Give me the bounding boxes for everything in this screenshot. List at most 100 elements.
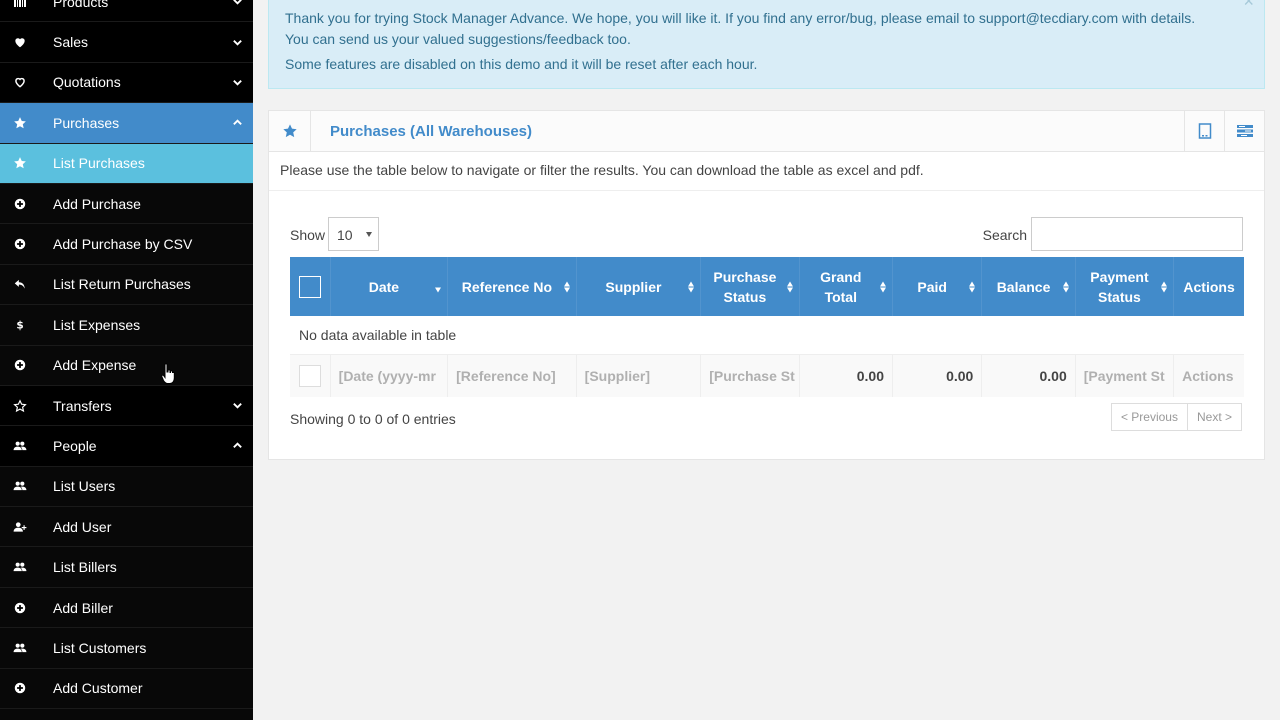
reply-icon xyxy=(0,277,40,291)
users-icon xyxy=(0,479,40,493)
search-input[interactable] xyxy=(1031,217,1243,251)
footer-filter-label: 0.00 xyxy=(946,367,974,384)
footer-filter-cell[interactable]: [Payment St xyxy=(1075,354,1175,397)
pagination: < Previous Next > xyxy=(1110,403,1242,431)
sidebar-item-add-expense[interactable]: Add Expense xyxy=(0,345,253,386)
sidebar-item-purchases[interactable]: Purchases xyxy=(0,103,253,144)
sidebar-item-list-suppliers[interactable]: List Suppliers xyxy=(0,709,253,720)
sidebar-item-label: Add Customer xyxy=(53,680,143,697)
footer-filter-label: Actions xyxy=(1182,367,1234,384)
caret-down-icon xyxy=(366,232,372,237)
sidebar-item-list-users[interactable]: List Users xyxy=(0,466,253,508)
footer-filter-label: [Purchase St xyxy=(709,367,795,384)
footer-filter-cell[interactable]: [Date (yyyy-mr xyxy=(330,354,449,397)
column-header-balance[interactable]: Balance xyxy=(981,257,1076,316)
plus-circle-icon xyxy=(0,197,40,211)
column-header-purchase-status[interactable]: Purchase Status xyxy=(700,257,800,316)
star-icon xyxy=(0,116,40,130)
tasks-icon[interactable] xyxy=(1224,111,1264,151)
sidebar-item-transfers[interactable]: Transfers xyxy=(0,386,253,427)
column-header-label: Balance xyxy=(996,278,1051,295)
footer-filter-label: [Payment St xyxy=(1083,367,1165,384)
next-page-button[interactable]: Next > xyxy=(1187,403,1242,431)
purchases-table: Date Reference No Supplier Purchase Status G… xyxy=(290,257,1244,397)
users-icon xyxy=(0,560,40,574)
column-header-supplier[interactable]: Supplier xyxy=(576,257,702,316)
svg-text:$: $ xyxy=(16,319,23,331)
box-header: Purchases (All Warehouses) xyxy=(269,111,1264,152)
column-header-label: Date xyxy=(368,278,400,295)
sort-icon xyxy=(1161,281,1169,292)
sidebar-item-products[interactable]: Products xyxy=(0,0,253,23)
page-length-value: 10 xyxy=(337,227,353,243)
plus-circle-icon xyxy=(0,601,40,615)
column-header-label: Purchase Status xyxy=(713,268,777,305)
footer-filter-cell[interactable]: 0.00 xyxy=(799,354,893,397)
sidebar-item-add-biller[interactable]: Add Biller xyxy=(0,587,253,629)
plus-circle-icon xyxy=(0,681,40,695)
footer-filter-cell[interactable]: 0.00 xyxy=(981,354,1076,397)
footer-filter-cell[interactable]: [Purchase St xyxy=(700,354,800,397)
sidebar-item-add-customer[interactable]: Add Customer xyxy=(0,668,253,710)
sidebar-item-label: Add Expense xyxy=(53,357,137,374)
sidebar-item-add-user[interactable]: Add User xyxy=(0,507,253,548)
select-all-checkbox[interactable] xyxy=(298,275,321,298)
sidebar-item-list-return-purchases[interactable]: List Return Purchases xyxy=(0,264,253,306)
footer-filter-cell[interactable]: [Supplier] xyxy=(576,354,702,397)
sidebar-item-list-customers[interactable]: List Customers xyxy=(0,628,253,669)
sidebar-item-label: Add Purchase by CSV xyxy=(53,236,193,253)
sidebar-item-sales[interactable]: Sales xyxy=(0,22,253,63)
column-header-date[interactable]: Date xyxy=(330,257,449,316)
column-header-label: Reference No xyxy=(461,278,553,295)
sidebar-item-label: People xyxy=(53,437,97,454)
footer-filter-cell[interactable]: 0.00 xyxy=(892,354,983,397)
chevron-up-icon xyxy=(231,440,243,452)
sidebar-item-label: List Billers xyxy=(53,559,117,576)
footer-filter-label: [Date (yyyy-mr xyxy=(338,367,436,384)
file-icon[interactable] xyxy=(1184,111,1224,151)
plus-circle-icon xyxy=(0,237,40,251)
intro-text: Please use the table below to navigate o… xyxy=(269,152,1264,191)
sidebar-item-quotations[interactable]: Quotations xyxy=(0,63,253,104)
table-controls: Show 10 Search xyxy=(290,217,1243,253)
previous-page-button[interactable]: < Previous xyxy=(1110,403,1188,431)
show-label: Show xyxy=(290,227,326,243)
page-title: Purchases (All Warehouses) xyxy=(330,122,533,140)
footer-filter-cell[interactable]: [Reference No] xyxy=(447,354,577,397)
column-header-payment-status[interactable]: Payment Status xyxy=(1075,257,1175,316)
column-header-paid[interactable]: Paid xyxy=(892,257,983,316)
users-icon xyxy=(0,641,40,655)
page-length-select[interactable]: 10 xyxy=(328,217,379,251)
column-header-grand-total[interactable]: Grand Total xyxy=(799,257,893,316)
user-plus-icon xyxy=(0,520,40,534)
main-content: × Thank you for trying Stock Manager Adv… xyxy=(253,0,1280,720)
sidebar-item-label: Add User xyxy=(53,518,112,535)
star-icon xyxy=(0,156,40,170)
sidebar-item-label: Sales xyxy=(53,34,89,51)
column-header-actions[interactable]: Actions xyxy=(1173,257,1244,316)
sidebar-item-list-purchases[interactable]: List Purchases xyxy=(0,143,253,184)
star-icon xyxy=(269,111,311,151)
footer-filter-label: [Supplier] xyxy=(584,367,651,384)
column-header-label: Paid xyxy=(917,278,947,295)
sidebar-item-add-purchase[interactable]: Add Purchase xyxy=(0,183,253,225)
sidebar-item-add-purchase-by-csv[interactable]: Add Purchase by CSV xyxy=(0,224,253,265)
sidebar-item-list-billers[interactable]: List Billers xyxy=(0,547,253,588)
alert-close-icon[interactable]: × xyxy=(1243,0,1254,12)
sidebar-item-label: Purchases xyxy=(53,114,120,131)
sidebar-item-label: List Users xyxy=(53,478,116,495)
table-info: Showing 0 to 0 of 0 entries xyxy=(290,411,456,427)
barcode-icon xyxy=(0,0,40,9)
footer-filter-label: 0.00 xyxy=(856,367,884,384)
sidebar-item-people[interactable]: People xyxy=(0,426,253,467)
sort-icon xyxy=(688,281,696,292)
sort-icon xyxy=(1062,281,1071,292)
sort-icon xyxy=(786,281,795,292)
column-header-reference-no[interactable]: Reference No xyxy=(447,257,577,316)
sidebar-item-list-expenses[interactable]: $ List Expenses xyxy=(0,305,253,346)
chevron-down-icon xyxy=(231,36,243,48)
footer-checkbox[interactable] xyxy=(298,364,321,387)
column-header-label: Payment Status xyxy=(1090,268,1149,305)
plus-circle-icon xyxy=(0,358,40,372)
sidebar-item-label: List Expenses xyxy=(53,316,141,333)
